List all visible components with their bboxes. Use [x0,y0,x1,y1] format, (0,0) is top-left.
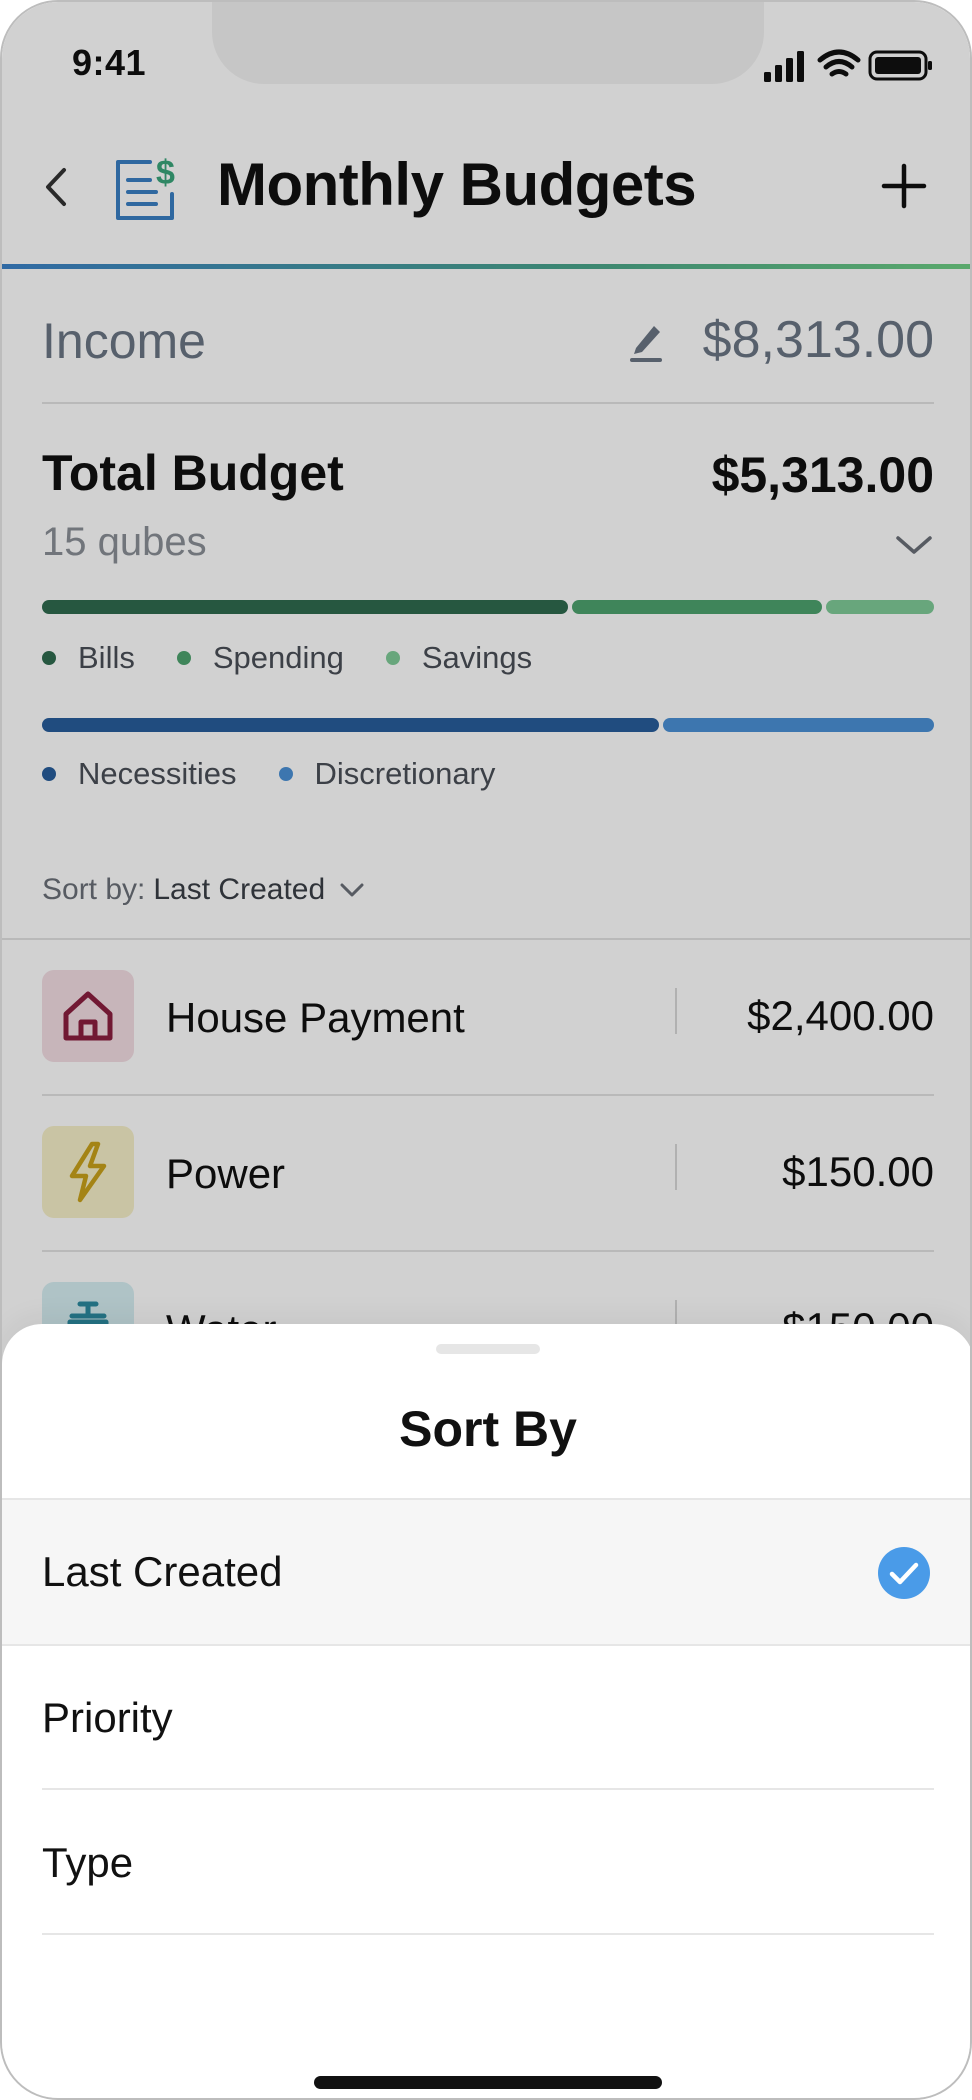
sort-option-last-created[interactable]: Last Created [2,1500,970,1644]
sort-option-priority[interactable]: Priority [2,1646,970,1790]
divider [42,1933,934,1935]
option-label: Priority [42,1694,173,1741]
phone-screen: 9:41 $ Monthly Budgets Income $8,313.00 … [0,0,972,2100]
option-label: Last Created [42,1548,283,1595]
sheet-drag-handle[interactable] [436,1344,540,1354]
sort-by-bottom-sheet: Sort By Last Created Priority Type [2,1324,970,2098]
divider [2,1644,970,1646]
sheet-title: Sort By [399,1401,577,1457]
sort-option-type[interactable]: Type [2,1791,970,1935]
home-indicator[interactable] [314,2076,662,2089]
check-circle-icon [878,1547,930,1599]
option-label: Type [42,1839,134,1886]
divider [42,1788,934,1790]
